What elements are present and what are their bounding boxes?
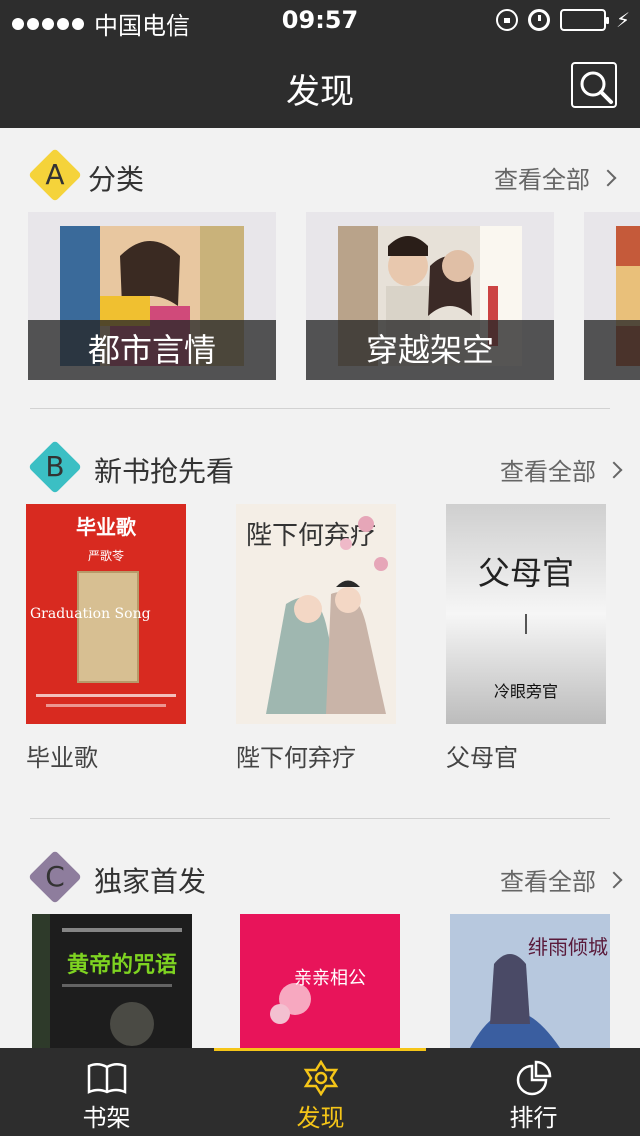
search-button[interactable] (571, 62, 617, 108)
view-all-link[interactable]: 查看全部 (500, 862, 623, 897)
category-label: 都市言情 (28, 320, 276, 380)
tab-bookshelf[interactable]: 书架 (0, 1048, 213, 1136)
tab-discover[interactable]: 发现 (214, 1048, 427, 1136)
book-cover-graduation-song[interactable]: 毕业歌 严歌苓 Graduation Song (26, 504, 186, 724)
cover-title: 父母官 (478, 554, 574, 592)
status-icons: ⚡ (495, 8, 630, 32)
section-title: 新书抢先看 (94, 455, 235, 488)
alarm-icon (527, 9, 550, 31)
book-cover-image: 绯雨倾城 (450, 914, 610, 1048)
section-header-categories: A 分类 查看全部 (0, 148, 640, 208)
compass-icon (303, 1060, 339, 1096)
book-cover-image: 毕业歌 严歌苓 Graduation Song (26, 504, 186, 724)
cover-title: 绯雨倾城 (528, 935, 608, 959)
section-letter: B (45, 450, 65, 483)
rotation-lock-icon (495, 9, 518, 31)
category-label: 穿越架空 (306, 320, 554, 380)
book-cover-image: 父母官 冷眼旁官 (446, 504, 606, 724)
cover-side-text: Graduation Song (30, 606, 151, 622)
status-bar: 中国电信 09:57 ⚡ (0, 0, 640, 40)
section-divider (30, 408, 610, 409)
book-cover-image: 亲亲相公 (240, 914, 400, 1048)
tab-label: 排行 (509, 1104, 558, 1132)
book-title[interactable]: 父母官 (446, 738, 518, 773)
nav-bar: 发现 (0, 40, 640, 128)
book-cover-his-majesty[interactable]: 陛下何弃疗 (236, 504, 396, 724)
book-cover-parental-official[interactable]: 父母官 冷眼旁官 (446, 504, 606, 724)
book-title[interactable]: 陛下何弃疗 (236, 738, 356, 773)
book-cover-yellow-emperor[interactable]: 黄帝的咒语 (32, 914, 192, 1048)
cover-author: 严歌苓 (88, 548, 124, 563)
book-cover-image: 黄帝的咒语 (32, 914, 192, 1048)
section-header-new-books: B 新书抢先看 查看全部 (0, 440, 640, 500)
category-label (584, 320, 640, 380)
category-card-urban-romance[interactable]: 都市言情 (28, 212, 276, 380)
chevron-right-icon (605, 871, 623, 888)
category-card-partial[interactable] (584, 212, 640, 380)
page-title: 发现 (286, 72, 354, 112)
book-cover-crimson-rain[interactable]: 绯雨倾城 (450, 914, 610, 1048)
cover-title: 陛下何弃疗 (246, 521, 376, 551)
view-all-link[interactable]: 查看全部 (494, 160, 617, 195)
chevron-right-icon (599, 169, 617, 186)
chevron-right-icon (605, 461, 623, 478)
cover-title: 亲亲相公 (294, 968, 366, 989)
book-cover-husband[interactable]: 亲亲相公 (240, 914, 400, 1048)
section-letter: C (45, 860, 65, 893)
section-letter: A (45, 158, 65, 191)
book-icon (87, 1063, 127, 1094)
book-title[interactable]: 毕业歌 (26, 738, 98, 773)
section-title: 独家首发 (94, 865, 207, 898)
section-divider (30, 818, 610, 819)
tab-ranking[interactable]: 排行 (427, 1048, 640, 1136)
tab-label: 发现 (296, 1104, 345, 1132)
book-cover-image: 陛下何弃疗 (236, 504, 396, 724)
pie-chart-icon (516, 1060, 552, 1096)
section-header-exclusive: C 独家首发 查看全部 (0, 850, 640, 910)
charging-icon: ⚡ (615, 8, 630, 32)
tab-label: 书架 (82, 1104, 131, 1132)
cover-subtitle: 冷眼旁官 (494, 682, 558, 701)
search-icon (580, 71, 613, 104)
cover-title: 黄帝的咒语 (67, 952, 177, 978)
battery-icon (559, 9, 609, 31)
section-title: 分类 (88, 163, 145, 196)
view-all-link[interactable]: 查看全部 (500, 452, 623, 487)
category-card-time-travel[interactable]: 穿越架空 (306, 212, 554, 380)
tab-bar: 书架 发现 排行 (0, 1048, 640, 1136)
cover-title: 毕业歌 (76, 515, 137, 539)
